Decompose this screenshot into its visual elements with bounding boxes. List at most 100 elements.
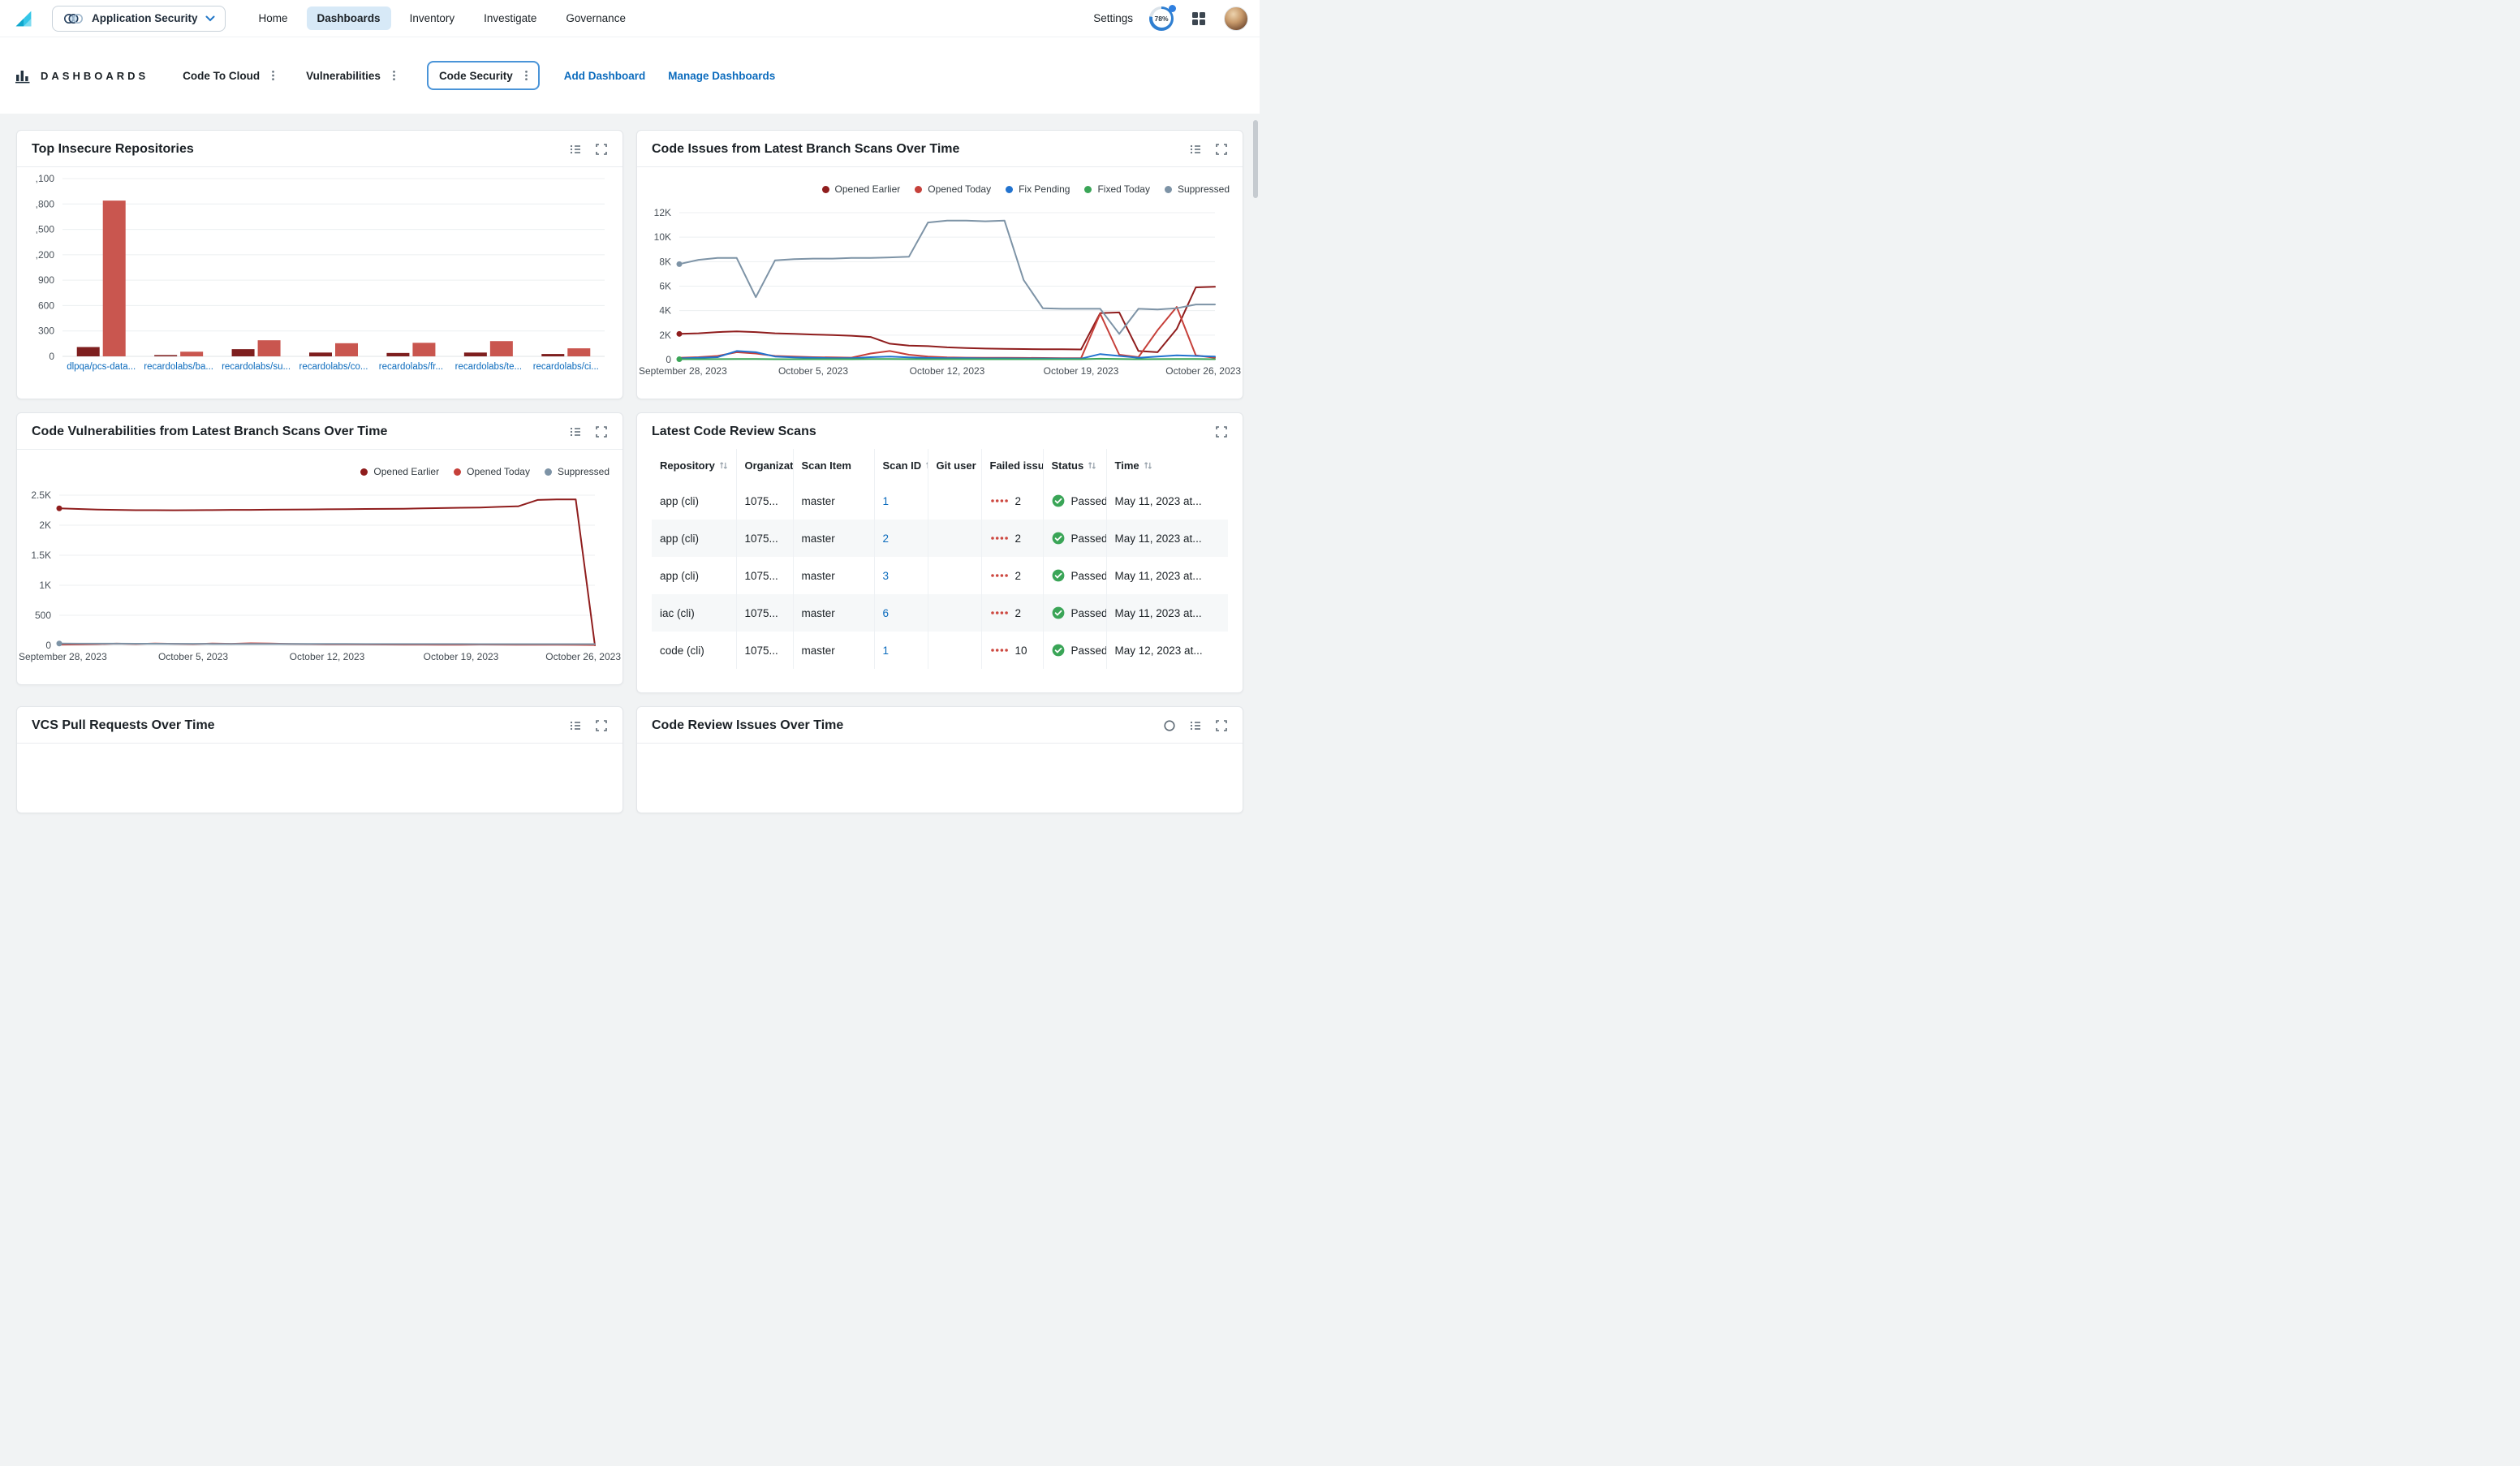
- legend-item-opened-today[interactable]: Opened Today: [454, 466, 530, 477]
- scrollbar-thumb[interactable]: [1253, 120, 1258, 198]
- sort-icon[interactable]: [1144, 461, 1152, 470]
- column-header-time[interactable]: Time: [1106, 449, 1228, 482]
- progress-badge[interactable]: 78%: [1149, 6, 1174, 31]
- svg-text:2K: 2K: [39, 520, 51, 531]
- sort-icon[interactable]: [719, 461, 728, 470]
- svg-text:6K: 6K: [659, 281, 671, 292]
- tab-code-security[interactable]: Code Security: [427, 61, 540, 90]
- bar-dlpqa-pcs-data-b[interactable]: [103, 200, 126, 356]
- x-axis-label: October 5, 2023: [778, 365, 848, 377]
- list-icon[interactable]: [569, 143, 582, 156]
- table-row: app (cli)1075...master22PassedMay 11, 20…: [652, 520, 1228, 557]
- bar-recardolabs-ci-b[interactable]: [567, 348, 590, 356]
- tab-label: Code To Cloud: [183, 70, 260, 82]
- x-axis-label: September 28, 2023: [639, 365, 727, 377]
- app-selector-dropdown[interactable]: Application Security: [52, 6, 226, 32]
- tab-code-to-cloud[interactable]: Code To Cloud: [183, 69, 278, 82]
- column-label: Organizat: [745, 459, 794, 472]
- link-add-dashboard[interactable]: Add Dashboard: [564, 70, 646, 82]
- repo-link-recardolabs-ci[interactable]: recardolabs/ci...: [533, 362, 599, 372]
- column-header-organizat[interactable]: Organizat: [736, 449, 793, 482]
- bar-recardolabs-co-a[interactable]: [309, 352, 332, 356]
- top-insecure-repositories-chart: 0300600900,200,500,800,100dlpqa/pcs-data…: [17, 167, 622, 399]
- column-header-scan-id[interactable]: Scan ID: [874, 449, 928, 482]
- kebab-icon[interactable]: [389, 69, 399, 82]
- column-header-failed-issu[interactable]: Failed issu: [981, 449, 1043, 482]
- repo-link-recardolabs-fr[interactable]: recardolabs/fr...: [379, 362, 443, 372]
- legend-item-fixed-today[interactable]: Fixed Today: [1084, 183, 1149, 195]
- list-icon[interactable]: [1189, 143, 1202, 156]
- legend-item-suppressed[interactable]: Suppressed: [545, 466, 610, 477]
- expand-icon[interactable]: [1215, 143, 1228, 156]
- scan-id-link[interactable]: 3: [883, 570, 890, 582]
- bar-recardolabs-ci-a[interactable]: [541, 354, 564, 356]
- list-icon[interactable]: [1189, 719, 1202, 732]
- bar-recardolabs-te-b[interactable]: [490, 341, 513, 356]
- bar-recardolabs-su-a[interactable]: [232, 349, 255, 356]
- expand-icon[interactable]: [595, 425, 608, 438]
- legend-item-opened-earlier[interactable]: Opened Earlier: [360, 466, 439, 477]
- bar-recardolabs-su-b[interactable]: [258, 340, 281, 356]
- tab-vulnerabilities[interactable]: Vulnerabilities: [306, 69, 399, 82]
- column-header-status[interactable]: Status: [1043, 449, 1106, 482]
- kebab-icon[interactable]: [268, 69, 278, 82]
- cell-organization: 1075...: [736, 520, 793, 557]
- nav-item-inventory[interactable]: Inventory: [399, 6, 466, 30]
- legend-item-suppressed[interactable]: Suppressed: [1165, 183, 1230, 195]
- legend-dot-icon: [545, 468, 552, 476]
- scan-id-link[interactable]: 1: [883, 645, 890, 657]
- expand-icon[interactable]: [1215, 425, 1228, 438]
- bar-recardolabs-co-b[interactable]: [335, 343, 358, 356]
- kebab-icon[interactable]: [521, 69, 532, 82]
- series-suppressed: [679, 221, 1215, 334]
- apps-grid-icon[interactable]: [1190, 10, 1208, 28]
- expand-icon[interactable]: [1215, 719, 1228, 732]
- settings-link[interactable]: Settings: [1093, 12, 1133, 24]
- expand-icon[interactable]: [595, 143, 608, 156]
- brand-logo-icon[interactable]: [11, 6, 36, 31]
- legend-item-opened-earlier[interactable]: Opened Earlier: [822, 183, 901, 195]
- column-label: Time: [1115, 459, 1139, 472]
- cell-git-user: [928, 594, 981, 632]
- cell-scan-id: 1: [874, 632, 928, 669]
- list-icon[interactable]: [569, 719, 582, 732]
- nav-item-home[interactable]: Home: [248, 6, 299, 30]
- cell-time: May 12, 2023 at...: [1106, 632, 1228, 669]
- repo-link-recardolabs-ba[interactable]: recardolabs/ba...: [144, 362, 213, 372]
- bar-recardolabs-te-a[interactable]: [464, 352, 487, 356]
- repo-link-recardolabs-su[interactable]: recardolabs/su...: [222, 362, 291, 372]
- circle-icon[interactable]: [1163, 719, 1176, 732]
- svg-text:2K: 2K: [659, 330, 671, 341]
- card-code-vulnerabilities-over-time: Code Vulnerabilities from Latest Branch …: [16, 412, 623, 685]
- link-manage-dashboards[interactable]: Manage Dashboards: [668, 70, 775, 82]
- list-icon[interactable]: [569, 425, 582, 438]
- legend-dot-icon: [1165, 186, 1172, 193]
- column-header-git-user[interactable]: Git user: [928, 449, 981, 482]
- scan-id-link[interactable]: 1: [883, 495, 890, 507]
- scan-id-link[interactable]: 6: [883, 607, 890, 619]
- bar-recardolabs-ba-b[interactable]: [180, 351, 203, 356]
- severity-dots-icon: [990, 572, 1009, 579]
- svg-text:,500: ,500: [36, 224, 55, 235]
- bar-recardolabs-fr-a[interactable]: [386, 353, 409, 356]
- legend-item-fix-pending[interactable]: Fix Pending: [1006, 183, 1070, 195]
- nav-item-investigate[interactable]: Investigate: [473, 6, 547, 30]
- column-header-repository[interactable]: Repository: [652, 449, 736, 482]
- user-avatar[interactable]: [1224, 6, 1248, 31]
- repo-link-recardolabs-te[interactable]: recardolabs/te...: [455, 362, 522, 372]
- card-actions: [1163, 719, 1228, 732]
- x-axis-label: October 12, 2023: [290, 651, 365, 662]
- bar-recardolabs-ba-a[interactable]: [154, 355, 177, 356]
- code-vulnerabilities-chart: Opened EarlierOpened TodaySuppressed0500…: [17, 450, 622, 684]
- repo-link-recardolabs-co[interactable]: recardolabs/co...: [299, 362, 368, 372]
- bar-recardolabs-fr-b[interactable]: [412, 343, 435, 356]
- expand-icon[interactable]: [595, 719, 608, 732]
- legend-item-opened-today[interactable]: Opened Today: [915, 183, 991, 195]
- sort-icon[interactable]: [1088, 461, 1096, 470]
- bar-dlpqa-pcs-data-a[interactable]: [77, 347, 100, 356]
- nav-item-governance[interactable]: Governance: [555, 6, 636, 30]
- nav-item-dashboards[interactable]: Dashboards: [307, 6, 391, 30]
- column-header-scan-item[interactable]: Scan Item: [793, 449, 874, 482]
- repo-link-dlpqa-pcs-data[interactable]: dlpqa/pcs-data...: [67, 362, 136, 372]
- scan-id-link[interactable]: 2: [883, 533, 890, 545]
